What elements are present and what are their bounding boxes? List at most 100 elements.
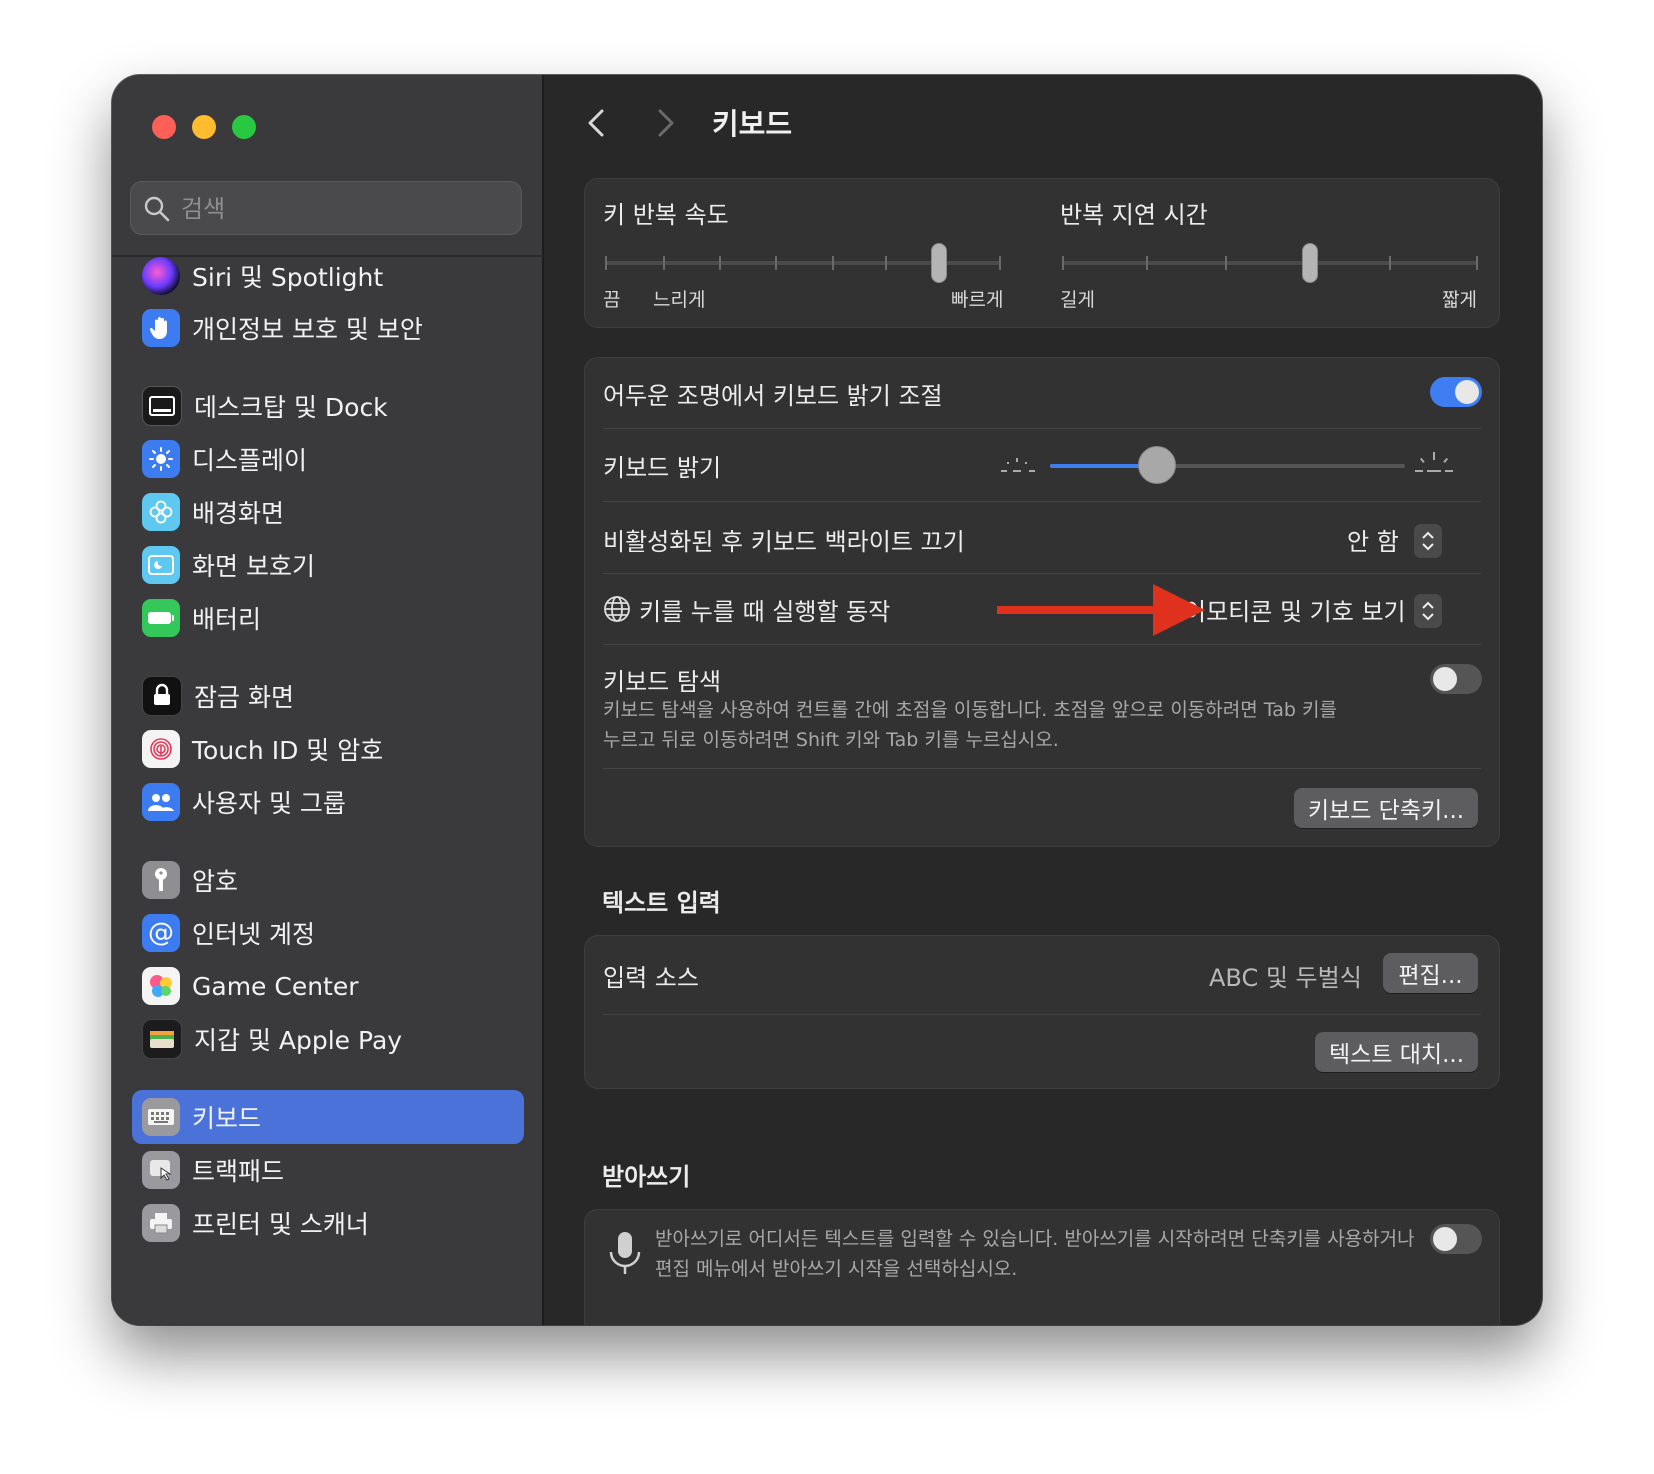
sidebar-item-label: 데스크탑 및 Dock bbox=[194, 393, 388, 422]
text-input-section-title: 텍스트 입력 bbox=[602, 889, 721, 917]
microphone-icon bbox=[609, 1232, 641, 1274]
input-sources-value: ABC 및 두벌식 bbox=[1209, 964, 1362, 992]
key-repeat-rate-slider[interactable] bbox=[605, 243, 1001, 283]
search-input[interactable] bbox=[179, 190, 513, 228]
sidebar-item-desktop-dock[interactable]: 데스크탑 및 Dock bbox=[132, 379, 524, 433]
slider-tick bbox=[663, 256, 665, 270]
annotation-arrow-icon bbox=[997, 584, 1205, 636]
slider-fast-label: 빠르게 bbox=[951, 289, 1004, 311]
sidebar-item-printers-scanners[interactable]: 프린터 및 스캐너 bbox=[132, 1196, 524, 1250]
sidebar-item-displays[interactable]: 디스플레이 bbox=[132, 432, 524, 486]
search-icon bbox=[144, 196, 170, 222]
slider-knob[interactable] bbox=[931, 243, 947, 283]
hand-icon bbox=[142, 309, 180, 347]
sidebar-item-label: 배경화면 bbox=[192, 499, 285, 528]
sidebar-item-siri-spotlight[interactable]: Siri 및 Spotlight bbox=[132, 257, 524, 303]
backlight-off-stepper[interactable] bbox=[1414, 524, 1442, 558]
sidebar-item-label: 개인정보 보호 및 보안 bbox=[192, 315, 423, 344]
dictation-toggle[interactable] bbox=[1430, 1224, 1482, 1254]
description-line: 편집 메뉴에서 받아쓰기 시작을 선택하십시오. bbox=[655, 1258, 1018, 1280]
battery-icon bbox=[142, 599, 180, 637]
close-window-button[interactable] bbox=[152, 115, 176, 139]
slider-tick bbox=[1225, 256, 1227, 270]
slider-long-label: 길게 bbox=[1060, 289, 1095, 311]
printer-icon bbox=[142, 1204, 180, 1242]
slider-slow-label: 느리게 bbox=[653, 289, 706, 311]
text-replacements-button[interactable]: 텍스트 대치... bbox=[1315, 1032, 1478, 1072]
text-input-group: 입력 소스 ABC 및 두벌식 편집... 텍스트 대치... bbox=[584, 935, 1500, 1089]
back-chevron-icon[interactable] bbox=[582, 103, 612, 143]
wallet-icon bbox=[142, 1019, 182, 1059]
slider-tick bbox=[1146, 256, 1148, 270]
repeat-delay-slider[interactable] bbox=[1062, 243, 1478, 283]
dictation-section-title: 받아쓰기 bbox=[602, 1163, 691, 1191]
keyboard-navigation-toggle[interactable] bbox=[1430, 664, 1482, 694]
row-separator bbox=[603, 428, 1481, 429]
keyboard-settings-group: 어두운 조명에서 키보드 밝기 조절 키보드 밝기 비활성화된 후 키보드 백라… bbox=[584, 357, 1500, 847]
slider-tick bbox=[719, 256, 721, 270]
minimize-window-button[interactable] bbox=[192, 115, 216, 139]
sidebar-item-label: 프린터 및 스캐너 bbox=[192, 1210, 369, 1239]
flower-icon bbox=[142, 493, 180, 531]
repeat-delay-title: 반복 지연 시간 bbox=[1060, 201, 1208, 229]
page-title: 키보드 bbox=[712, 107, 793, 141]
siri-icon bbox=[142, 257, 180, 295]
adjust-brightness-toggle[interactable] bbox=[1430, 377, 1482, 407]
backlight-off-value[interactable]: 안 함 bbox=[1347, 522, 1399, 557]
sidebar-item-label: 지갑 및 Apple Pay bbox=[194, 1026, 403, 1055]
slider-tick bbox=[832, 256, 834, 270]
description-line: 키보드 탐색을 사용하여 컨트롤 간에 초점을 이동합니다. 초점을 앞으로 이… bbox=[603, 699, 1337, 721]
slider-track bbox=[1062, 261, 1478, 265]
sidebar-item-label: 키보드 bbox=[192, 1104, 262, 1133]
game-center-icon bbox=[142, 967, 180, 1005]
sidebar-item-keyboard[interactable]: 키보드 bbox=[132, 1090, 524, 1144]
sidebar-item-passwords[interactable]: 암호 bbox=[132, 853, 524, 907]
settings-window: Siri 및 Spotlight 개인정보 보호 및 보안 데스크탑 및 Doc… bbox=[112, 75, 1542, 1325]
zoom-window-button[interactable] bbox=[232, 115, 256, 139]
sidebar-item-wallet-apple-pay[interactable]: 지갑 및 Apple Pay bbox=[132, 1012, 524, 1066]
globe-key-label: 키를 누를 때 실행할 동작 bbox=[639, 598, 891, 626]
keyboard-brightness-label: 키보드 밝기 bbox=[603, 454, 722, 482]
forward-chevron-icon[interactable] bbox=[650, 103, 680, 143]
up-down-chevron-icon bbox=[1422, 601, 1434, 621]
key-repeat-group: 키 반복 속도 끔 느리게 빠르게 반복 지연 시간 길게 짧게 bbox=[584, 178, 1500, 328]
sidebar-item-screen-saver[interactable]: 화면 보호기 bbox=[132, 538, 524, 592]
input-sources-label: 입력 소스 bbox=[603, 964, 699, 992]
sidebar-item-users-groups[interactable]: 사용자 및 그룹 bbox=[132, 775, 524, 829]
slider-knob[interactable] bbox=[1138, 446, 1176, 484]
fingerprint-icon bbox=[142, 730, 180, 768]
lock-icon bbox=[142, 676, 182, 716]
sidebar-item-label: 디스플레이 bbox=[192, 446, 308, 475]
slider-tick bbox=[885, 256, 887, 270]
sidebar-item-lock-screen[interactable]: 잠금 화면 bbox=[132, 669, 524, 723]
sidebar-item-internet-accounts[interactable]: @ 인터넷 계정 bbox=[132, 906, 524, 960]
backlight-off-label: 비활성화된 후 키보드 백라이트 끄기 bbox=[603, 528, 965, 556]
sidebar-item-privacy-security[interactable]: 개인정보 보호 및 보안 bbox=[132, 301, 524, 355]
sidebar-item-wallpaper[interactable]: 배경화면 bbox=[132, 485, 524, 539]
dictation-group: 받아쓰기로 어디서든 텍스트를 입력할 수 있습니다. 받아쓰기를 시작하려면 … bbox=[584, 1209, 1500, 1325]
dictation-description: 받아쓰기로 어디서든 텍스트를 입력할 수 있습니다. 받아쓰기를 시작하려면 … bbox=[655, 1224, 1415, 1284]
keyboard-brightness-slider[interactable] bbox=[1050, 446, 1405, 486]
description-line: 누르고 뒤로 이동하려면 Shift 키와 Tab 키를 누르십시오. bbox=[603, 729, 1059, 751]
sidebar-item-label: Game Center bbox=[192, 971, 359, 1001]
sidebar-item-label: 트랙패드 bbox=[192, 1157, 285, 1186]
sidebar-item-label: 잠금 화면 bbox=[194, 683, 294, 712]
row-separator bbox=[603, 1014, 1481, 1015]
sidebar-item-trackpad[interactable]: 트랙패드 bbox=[132, 1143, 524, 1197]
slider-knob[interactable] bbox=[1302, 243, 1318, 283]
sidebar-item-game-center[interactable]: Game Center bbox=[132, 959, 524, 1013]
search-field[interactable] bbox=[130, 181, 522, 235]
sidebar: Siri 및 Spotlight 개인정보 보호 및 보안 데스크탑 및 Doc… bbox=[112, 75, 544, 1325]
globe-key-value[interactable]: 이모티콘 및 기호 보기 bbox=[1184, 592, 1406, 627]
edit-input-sources-button[interactable]: 편집... bbox=[1383, 953, 1478, 993]
key-repeat-rate-title: 키 반복 속도 bbox=[603, 201, 729, 229]
sidebar-item-touch-id[interactable]: Touch ID 및 암호 bbox=[132, 722, 524, 776]
keyboard-shortcuts-button[interactable]: 키보드 단축키... bbox=[1294, 788, 1478, 828]
description-line: 받아쓰기로 어디서든 텍스트를 입력할 수 있습니다. 받아쓰기를 시작하려면 … bbox=[655, 1228, 1415, 1250]
sidebar-item-battery[interactable]: 배터리 bbox=[132, 591, 524, 645]
slider-tick bbox=[1476, 256, 1478, 270]
globe-icon bbox=[604, 596, 630, 622]
row-separator bbox=[603, 644, 1481, 645]
globe-key-stepper[interactable] bbox=[1414, 594, 1442, 628]
up-down-chevron-icon bbox=[1422, 531, 1434, 551]
